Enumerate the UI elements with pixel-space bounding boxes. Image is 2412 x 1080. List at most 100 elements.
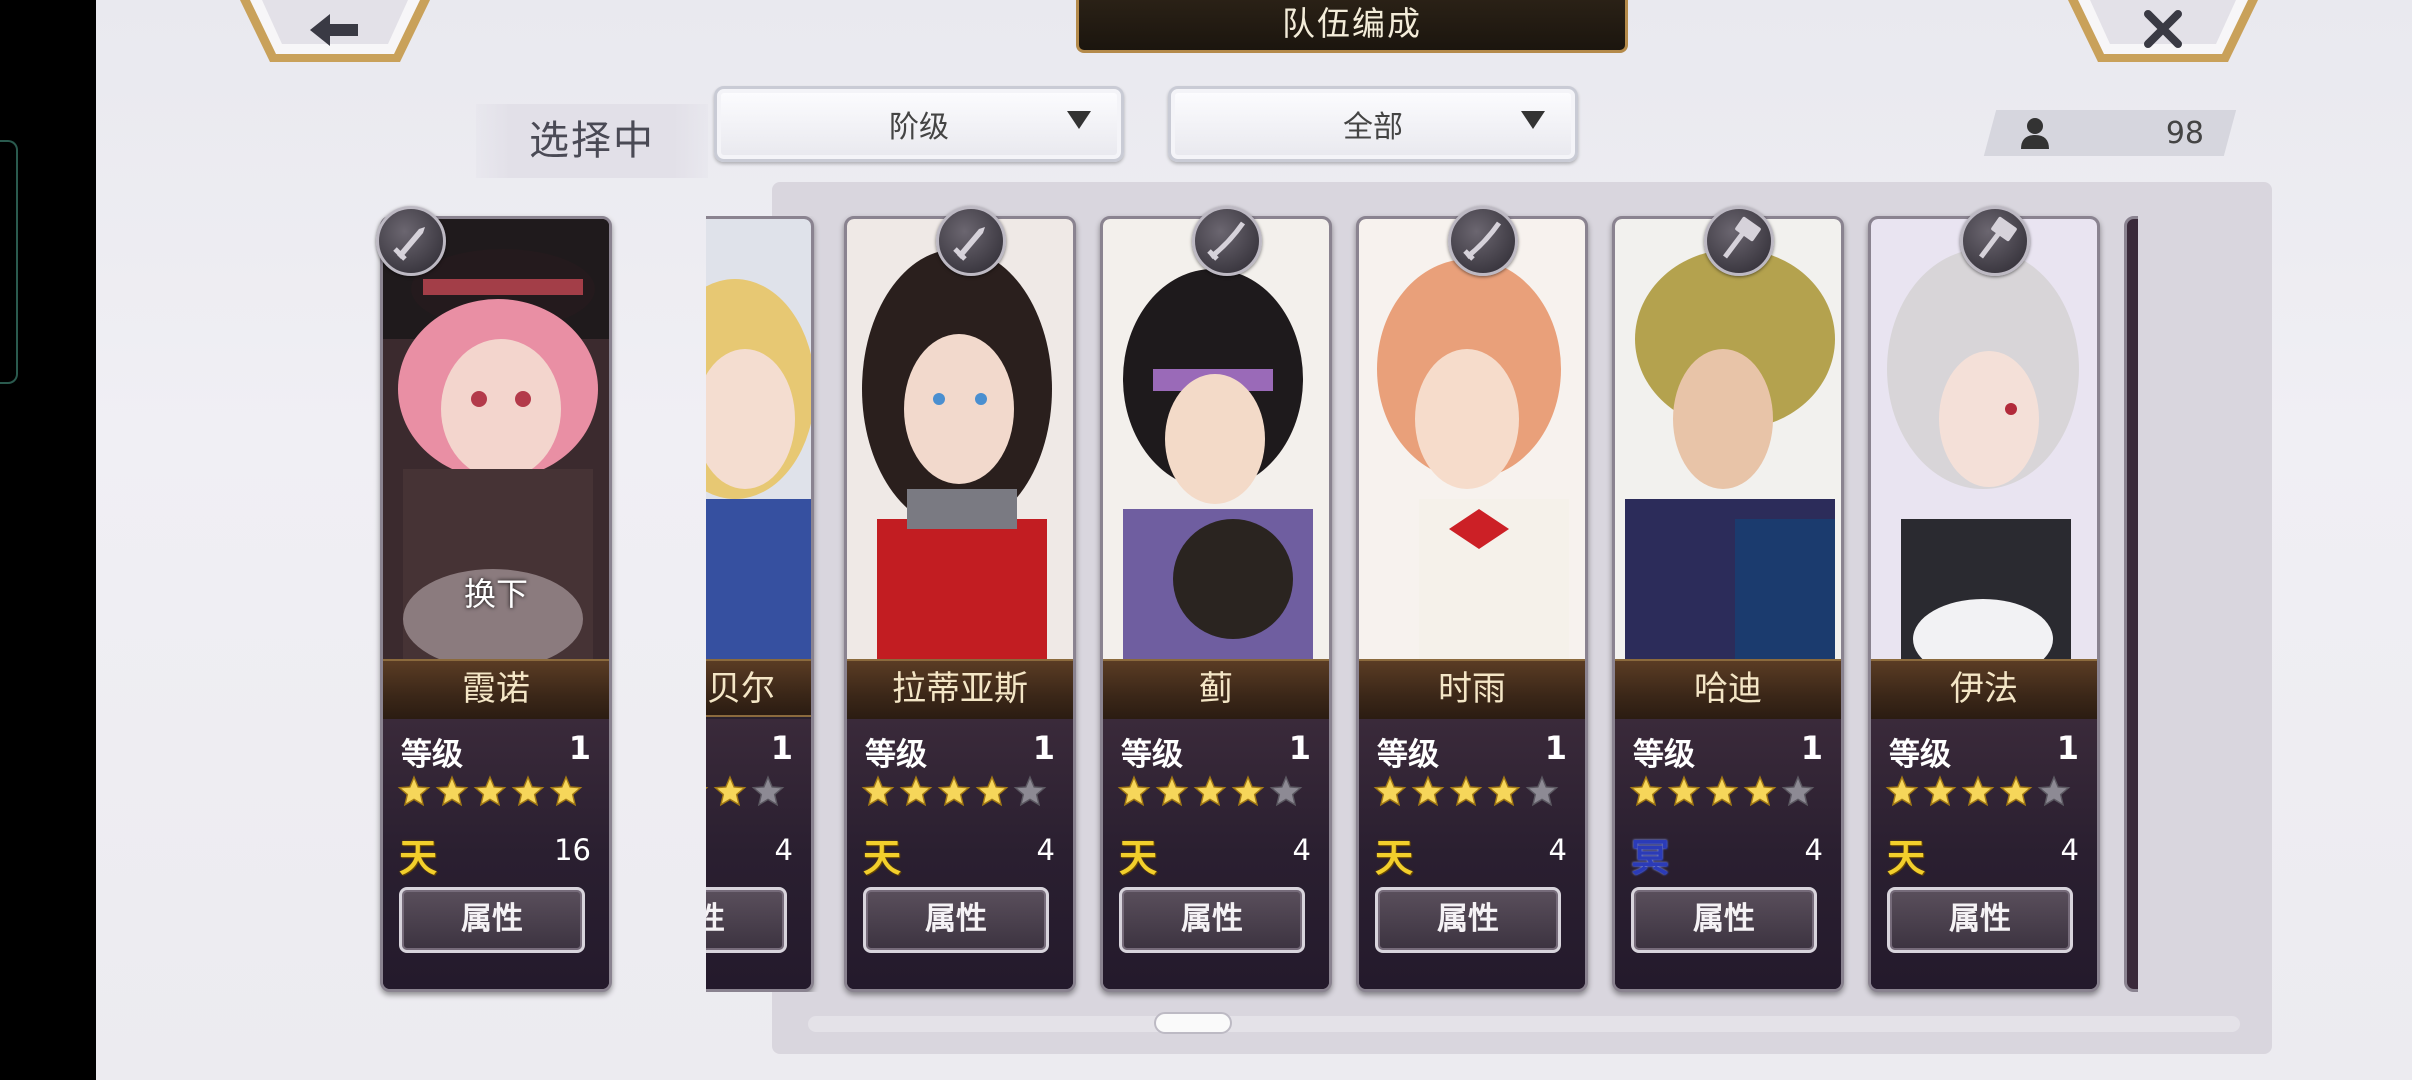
selected-label: 选择中 — [476, 104, 708, 178]
attributes-button[interactable]: 属性 — [1119, 887, 1305, 953]
star-filled-icon — [1373, 775, 1407, 807]
star-filled-icon — [1231, 775, 1265, 807]
star-empty-icon — [751, 775, 785, 807]
level-label: 等级 — [1633, 737, 1695, 773]
scrollbar-track[interactable] — [808, 1016, 2240, 1032]
level-value: 1 — [1544, 729, 1567, 767]
rank-value: 4 — [774, 833, 793, 867]
roster-count: 98 — [1990, 110, 2230, 156]
star-filled-icon — [937, 775, 971, 807]
star-rating — [1117, 775, 1303, 809]
character-name: 贝尔 — [706, 659, 811, 717]
level-label: 等级 — [1889, 737, 1951, 773]
star-rating — [1885, 775, 2071, 809]
attributes-button[interactable]: 属性 — [1631, 887, 1817, 953]
rank-icon: 天 — [1887, 836, 1926, 880]
character-portrait — [1359, 219, 1585, 659]
star-filled-icon — [713, 775, 747, 807]
level-value: 1 — [770, 729, 793, 767]
character-stats: 等级 1 冥 4 属性 — [1615, 719, 1841, 989]
sword-icon — [376, 206, 446, 276]
star-filled-icon — [1117, 775, 1151, 807]
attributes-button[interactable]: 属性 — [1887, 887, 2073, 953]
attributes-button[interactable]: 属性 — [1375, 887, 1561, 953]
character-portrait — [1615, 219, 1841, 659]
rank-icon: 冥 — [1631, 836, 1670, 880]
rank-value: 4 — [1804, 833, 1823, 867]
scrollbar-thumb[interactable] — [1154, 1012, 1232, 1034]
screen: 队伍编成 阶级 全部 98 选择中 换下 霞诺 等级 1 天 16 属性 贝尔 … — [0, 0, 2412, 1080]
character-card[interactable]: 拉蒂亚斯 等级 1 天 4 属性 — [844, 216, 1076, 992]
star-filled-icon — [1999, 775, 2033, 807]
rank-filter-dropdown[interactable]: 阶级 — [714, 86, 1124, 162]
star-filled-icon — [1705, 775, 1739, 807]
character-card[interactable]: 伊法 等级 1 天 4 属性 — [1868, 216, 2100, 992]
character-portrait — [1103, 219, 1329, 659]
star-filled-icon — [1487, 775, 1521, 807]
level-label: 等级 — [1377, 737, 1439, 773]
character-name: 哈迪 — [1615, 659, 1841, 721]
katana-icon — [1448, 206, 1518, 276]
character-card[interactable]: 贝尔 等级 1 天 4 属性 — [706, 216, 814, 992]
level-label: 等级 — [1121, 737, 1183, 773]
rank-filter-label: 阶级 — [889, 110, 949, 145]
star-filled-icon — [899, 775, 933, 807]
star-rating — [861, 775, 1047, 809]
rank-value: 4 — [1036, 833, 1055, 867]
arrow-left-icon — [240, 0, 430, 62]
star-filled-icon — [1923, 775, 1957, 807]
star-filled-icon — [435, 775, 469, 807]
star-filled-icon — [975, 775, 1009, 807]
star-filled-icon — [1743, 775, 1777, 807]
character-card[interactable]: 时雨 等级 1 天 4 属性 — [1356, 216, 1588, 992]
star-filled-icon — [1411, 775, 1445, 807]
star-filled-icon — [1961, 775, 1995, 807]
close-icon — [2068, 0, 2258, 62]
scope-filter-dropdown[interactable]: 全部 — [1168, 86, 1578, 162]
star-filled-icon — [861, 775, 895, 807]
character-portrait — [706, 219, 811, 659]
character-stats: 等级 1 天 4 属性 — [847, 719, 1073, 989]
character-stats: 等级 1 天 4 属性 — [1359, 719, 1585, 989]
character-card[interactable]: 蓟 等级 1 天 4 属性 — [1100, 216, 1332, 992]
attributes-button[interactable]: 属性 — [706, 887, 787, 953]
selected-character-card[interactable]: 换下 霞诺 等级 1 天 16 属性 — [380, 216, 612, 992]
star-filled-icon — [706, 786, 709, 790]
character-name: 时雨 — [1359, 659, 1585, 721]
page-title: 队伍编成 — [1076, 0, 1628, 53]
character-stats: 等级 1 天 16 属性 — [383, 719, 609, 989]
character-card[interactable] — [2124, 216, 2138, 992]
character-card[interactable]: 哈迪 等级 1 冥 4 属性 — [1612, 216, 1844, 992]
partial-card-clip — [2124, 216, 2138, 992]
star-empty-icon — [1269, 775, 1303, 807]
star-filled-icon — [1629, 775, 1663, 807]
attributes-button[interactable]: 属性 — [863, 887, 1049, 953]
star-filled-icon — [1885, 775, 1919, 807]
character-stats: 等级 1 天 4 属性 — [1871, 719, 2097, 989]
star-filled-icon — [473, 775, 507, 807]
star-empty-icon — [1013, 775, 1047, 807]
star-filled-icon — [1667, 775, 1701, 807]
star-empty-icon — [1781, 775, 1815, 807]
rank-icon: 天 — [863, 836, 902, 880]
star-empty-icon — [2037, 775, 2071, 807]
character-name: 拉蒂亚斯 — [847, 659, 1073, 721]
star-rating — [397, 775, 583, 809]
rank-value: 4 — [1548, 833, 1567, 867]
character-stats: 等级 1 天 4 属性 — [1103, 719, 1329, 989]
character-portrait — [1871, 219, 2097, 659]
chevron-down-icon — [1067, 111, 1091, 129]
rank-icon: 天 — [1119, 836, 1158, 880]
character-stats: 等级 1 天 4 属性 — [706, 719, 811, 989]
star-rating — [1373, 775, 1559, 809]
character-name: 伊法 — [1871, 659, 2097, 721]
back-button[interactable] — [240, 0, 430, 62]
attributes-button[interactable]: 属性 — [399, 887, 585, 953]
close-button[interactable] — [2068, 0, 2258, 62]
rank-value: 4 — [2060, 833, 2079, 867]
rank-value: 16 — [554, 833, 591, 867]
star-filled-icon — [511, 775, 545, 807]
scope-filter-label: 全部 — [1343, 110, 1403, 145]
star-rating — [706, 775, 785, 809]
star-filled-icon — [1193, 775, 1227, 807]
